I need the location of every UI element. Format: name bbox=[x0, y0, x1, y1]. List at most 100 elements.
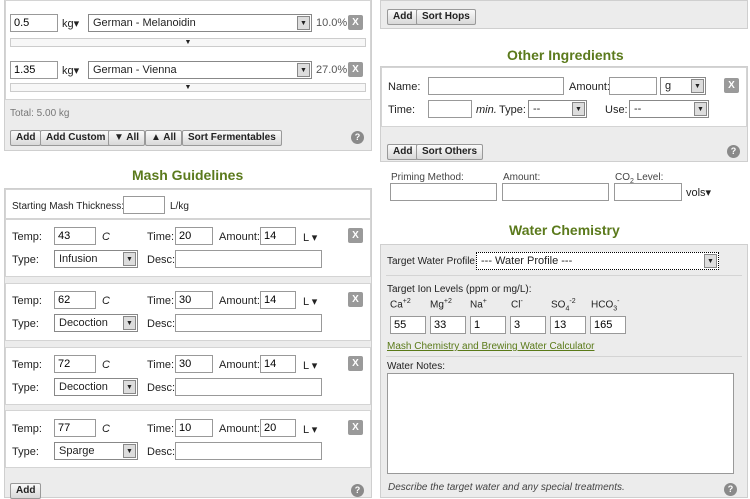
ion-subscript: 4 bbox=[565, 305, 570, 313]
expand-fermentable-bar[interactable]: ▼ bbox=[10, 38, 366, 47]
ion-charge: - bbox=[617, 298, 620, 305]
help-icon[interactable]: ? bbox=[727, 145, 740, 158]
other-name-input[interactable] bbox=[428, 77, 564, 95]
target-water-select[interactable]: --- Water Profile --- ▼ bbox=[476, 252, 719, 270]
dropdown-arrow-icon: ▼ bbox=[297, 63, 310, 77]
divider bbox=[386, 275, 742, 276]
priming-method-input[interactable] bbox=[390, 183, 497, 201]
water-calculator-link[interactable]: Mash Chemistry and Brewing Water Calcula… bbox=[387, 341, 594, 352]
mash-thickness-label: Starting Mash Thickness: bbox=[12, 201, 125, 212]
remove-step-button[interactable]: X bbox=[348, 228, 363, 243]
remove-other-button[interactable]: X bbox=[724, 78, 739, 93]
add-hop-button[interactable]: Add bbox=[387, 9, 419, 25]
temp-label: Temp: bbox=[12, 359, 42, 371]
amount-label: Amount: bbox=[219, 359, 260, 371]
step-temp-input[interactable] bbox=[54, 291, 96, 309]
step-time-input[interactable] bbox=[175, 291, 213, 309]
remove-step-button[interactable]: X bbox=[348, 292, 363, 307]
step-type-select[interactable]: Decoction ▼ bbox=[54, 378, 138, 396]
step-time-input[interactable] bbox=[175, 355, 213, 373]
collapse-all-button[interactable]: ▼ All bbox=[108, 130, 146, 146]
priming-amount-input[interactable] bbox=[502, 183, 609, 201]
step-amount-input[interactable] bbox=[260, 291, 296, 309]
other-amount-input[interactable] bbox=[609, 77, 657, 95]
time-label: Time: bbox=[147, 423, 175, 435]
step-amount-unit[interactable]: L ▾ bbox=[303, 423, 317, 436]
remove-step-button[interactable]: X bbox=[348, 420, 363, 435]
other-ingredients-title: Other Ingredients bbox=[507, 47, 624, 63]
add-mash-step-button[interactable]: Add bbox=[10, 483, 42, 499]
other-amount-label: Amount: bbox=[569, 81, 610, 93]
dropdown-arrow-icon: ▼ bbox=[123, 252, 136, 266]
step-amount-unit[interactable]: L ▾ bbox=[303, 295, 317, 308]
desc-label: Desc: bbox=[147, 446, 176, 458]
water-notes-textarea[interactable] bbox=[387, 373, 734, 474]
sodium-input[interactable] bbox=[470, 316, 506, 334]
expand-all-button[interactable]: ▲ All bbox=[145, 130, 183, 146]
remove-fermentable-button[interactable]: X bbox=[348, 15, 363, 30]
other-use-select[interactable]: -- ▼ bbox=[629, 100, 709, 118]
other-time-input[interactable] bbox=[428, 100, 472, 118]
fermentable-name-select[interactable]: German - Vienna ▼ bbox=[88, 61, 312, 79]
type-label: Type: bbox=[12, 254, 39, 266]
step-amount-input[interactable] bbox=[260, 355, 296, 373]
add-fermentable-button[interactable]: Add bbox=[10, 130, 42, 146]
ion-label-calcium: Ca+2 bbox=[390, 298, 411, 310]
temp-unit: C bbox=[102, 231, 110, 243]
remove-step-button[interactable]: X bbox=[348, 356, 363, 371]
ion-charge: +2 bbox=[443, 298, 452, 305]
step-type-select[interactable]: Sparge ▼ bbox=[54, 442, 138, 460]
fermentable-amount-input[interactable] bbox=[10, 14, 58, 32]
magnesium-input[interactable] bbox=[430, 316, 466, 334]
fermentable-unit-select[interactable]: kg▾ bbox=[62, 17, 79, 30]
step-desc-input[interactable] bbox=[175, 442, 322, 460]
step-type-select[interactable]: Infusion ▼ bbox=[54, 250, 138, 268]
other-unit-select[interactable]: g ▼ bbox=[660, 77, 706, 95]
ion-base: SO bbox=[551, 299, 566, 311]
dropdown-arrow-icon: ▼ bbox=[123, 444, 136, 458]
fermentable-name-select[interactable]: German - Melanoidin ▼ bbox=[88, 14, 312, 32]
sort-hops-button[interactable]: Sort Hops bbox=[416, 9, 476, 25]
co2-level-input[interactable] bbox=[614, 183, 682, 201]
other-type-select[interactable]: -- ▼ bbox=[528, 100, 587, 118]
ion-subscript: 3 bbox=[613, 305, 618, 313]
sulfate-input[interactable] bbox=[550, 316, 586, 334]
chloride-input[interactable] bbox=[510, 316, 546, 334]
step-time-input[interactable] bbox=[175, 227, 213, 245]
step-desc-input[interactable] bbox=[175, 314, 322, 332]
dropdown-arrow-icon: ▼ bbox=[123, 380, 136, 394]
co2-unit-select[interactable]: vols▾ bbox=[686, 186, 711, 199]
mash-thickness-input[interactable] bbox=[123, 196, 165, 214]
step-amount-unit[interactable]: L ▾ bbox=[303, 231, 317, 244]
add-custom-fermentable-button[interactable]: Add Custom bbox=[40, 130, 112, 146]
dropdown-arrow-icon: ▼ bbox=[694, 102, 707, 116]
fermentable-amount-input[interactable] bbox=[10, 61, 58, 79]
step-temp-input[interactable] bbox=[54, 419, 96, 437]
step-amount-input[interactable] bbox=[260, 227, 296, 245]
step-desc-input[interactable] bbox=[175, 250, 322, 268]
priming-method-label: Priming Method: bbox=[391, 172, 464, 183]
co2-prefix: CO bbox=[615, 172, 630, 183]
remove-fermentable-button[interactable]: X bbox=[348, 62, 363, 77]
fermentable-unit-select[interactable]: kg▾ bbox=[62, 64, 79, 77]
temp-label: Temp: bbox=[12, 295, 42, 307]
step-amount-unit[interactable]: L ▾ bbox=[303, 359, 317, 372]
expand-fermentable-bar[interactable]: ▼ bbox=[10, 83, 366, 92]
bicarbonate-input[interactable] bbox=[590, 316, 626, 334]
amount-label: Amount: bbox=[219, 423, 260, 435]
step-temp-input[interactable] bbox=[54, 355, 96, 373]
help-icon[interactable]: ? bbox=[351, 131, 364, 144]
ion-charge: + bbox=[482, 298, 487, 305]
ion-base: Ca bbox=[390, 299, 403, 311]
sort-fermentables-button[interactable]: Sort Fermentables bbox=[182, 130, 282, 146]
help-icon[interactable]: ? bbox=[724, 483, 737, 496]
add-other-button[interactable]: Add bbox=[387, 144, 419, 160]
step-type-select[interactable]: Decoction ▼ bbox=[54, 314, 138, 332]
step-amount-input[interactable] bbox=[260, 419, 296, 437]
step-desc-input[interactable] bbox=[175, 378, 322, 396]
step-temp-input[interactable] bbox=[54, 227, 96, 245]
sort-others-button[interactable]: Sort Others bbox=[416, 144, 484, 160]
step-time-input[interactable] bbox=[175, 419, 213, 437]
help-icon[interactable]: ? bbox=[351, 484, 364, 497]
calcium-input[interactable] bbox=[390, 316, 426, 334]
